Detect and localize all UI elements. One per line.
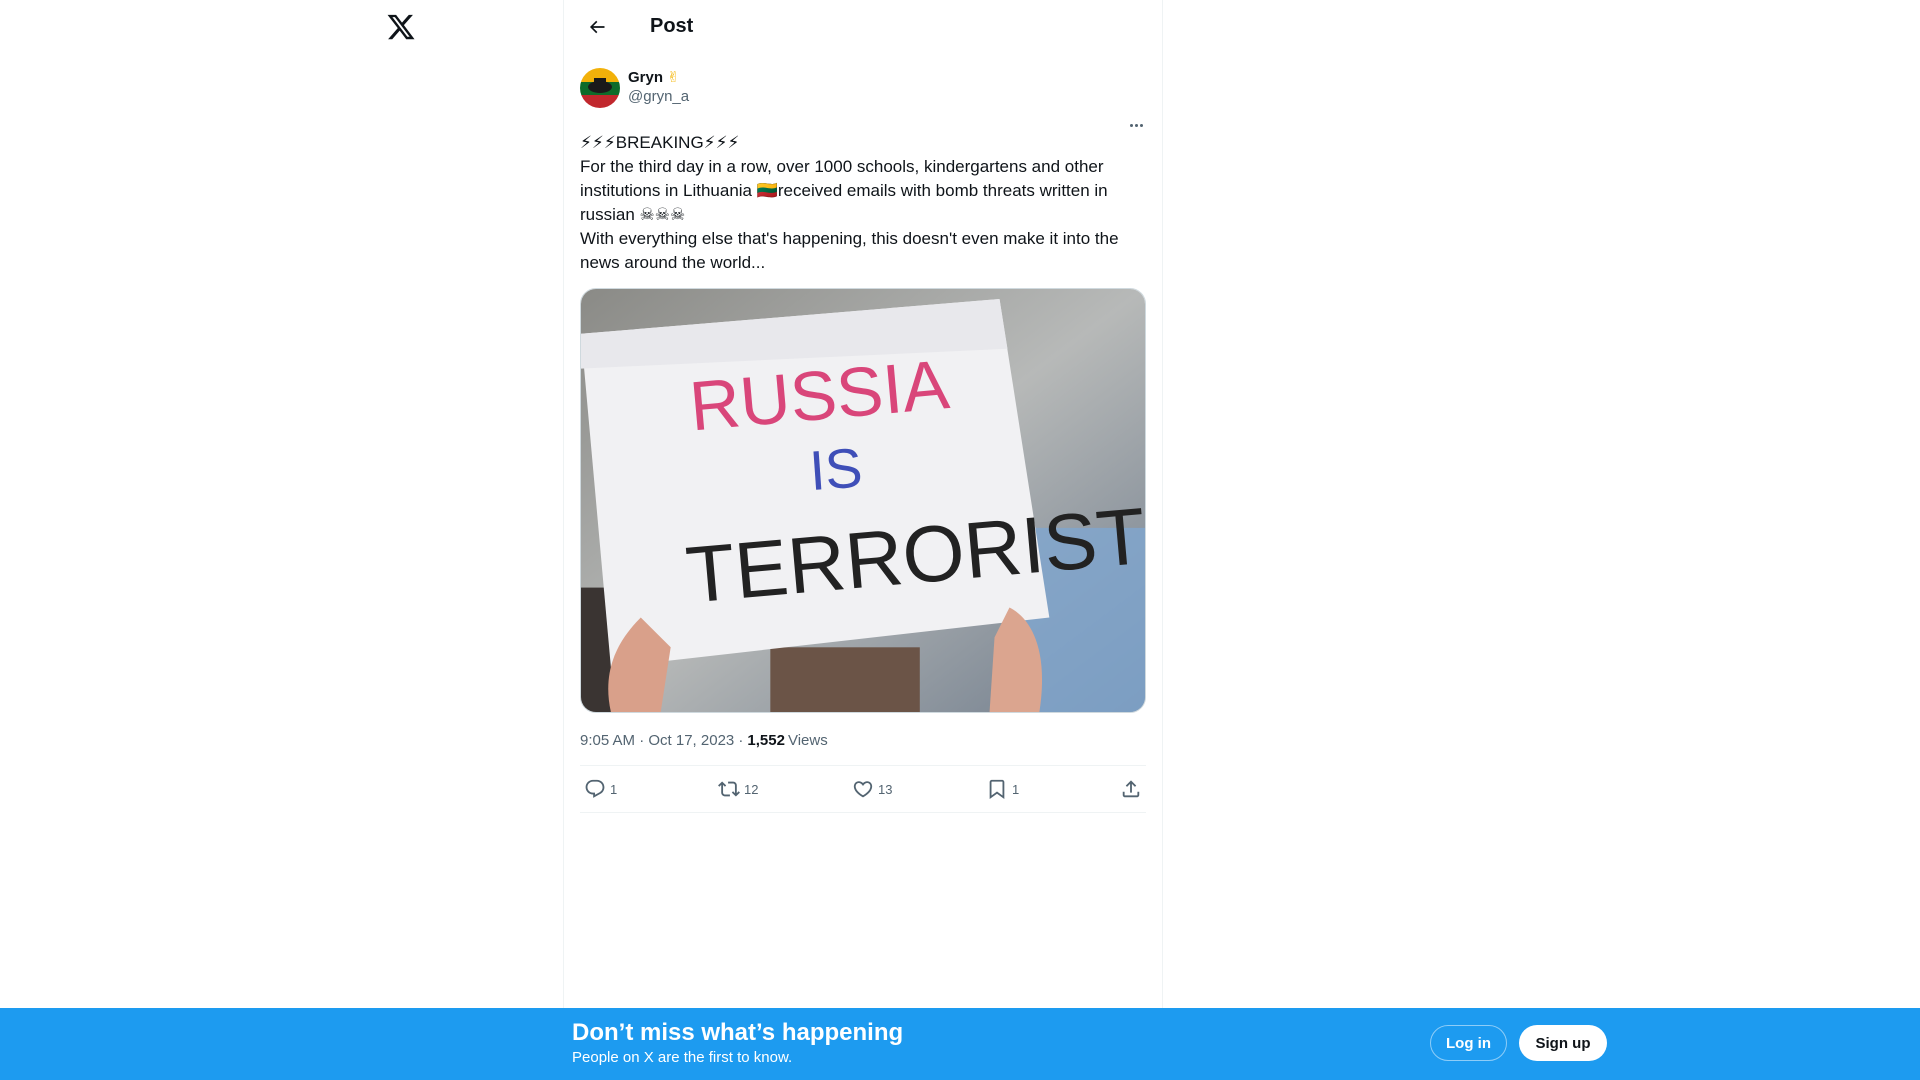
views-label: Views <box>787 731 828 749</box>
share-icon <box>1122 780 1140 798</box>
repost-button[interactable]: 12 <box>718 778 828 800</box>
post-timestamp[interactable]: 9:05 AM · Oct 17, 2023 · <box>580 732 743 749</box>
x-logo-icon[interactable] <box>386 12 416 42</box>
page-title: Post <box>650 15 694 37</box>
post-text-line: With everything else that's happening, t… <box>580 229 1119 248</box>
signup-banner: Don’t miss what’s happening People on X … <box>0 1008 1920 1080</box>
reply-button[interactable]: 1 <box>584 778 694 800</box>
reply-icon <box>585 779 605 798</box>
repost-icon <box>718 781 740 797</box>
signup-button[interactable]: Sign up <box>1519 1025 1607 1061</box>
author-name[interactable]: Gryn <box>628 68 663 88</box>
post-column: Post Gryn ✌ @gryn_a ⚡⚡⚡BREAKING⚡⚡⚡ For t… <box>563 0 1163 1080</box>
views-count: 1,552 <box>747 731 785 749</box>
like-button[interactable]: 13 <box>852 778 962 800</box>
login-button[interactable]: Log in <box>1430 1025 1507 1061</box>
post-image[interactable]: RUSSIA IS TERRORIST <box>580 288 1146 713</box>
post-text-line: news around the world... <box>580 253 766 272</box>
post-text-line: For the third day in a row, over 1000 sc… <box>580 157 1104 176</box>
avatar[interactable] <box>580 68 620 108</box>
post-header: Post <box>564 0 1162 53</box>
post-meta: 9:05 AM · Oct 17, 2023 · 1,552 Views <box>580 730 1146 750</box>
post-text-line: ⚡⚡⚡BREAKING⚡⚡⚡ <box>580 133 740 152</box>
post: Gryn ✌ @gryn_a ⚡⚡⚡BREAKING⚡⚡⚡ For the th… <box>564 53 1162 813</box>
author-handle[interactable]: @gryn_a <box>628 88 689 106</box>
bookmark-icon <box>989 779 1005 800</box>
post-text-line: institutions in Lithuania 🇱🇹received ema… <box>580 181 1108 200</box>
victory-hand-icon: ✌ <box>667 69 680 86</box>
post-text: ⚡⚡⚡BREAKING⚡⚡⚡ For the third day in a ro… <box>580 131 1148 275</box>
banner-title: Don’t miss what’s happening <box>572 1019 904 1046</box>
share-button[interactable] <box>1120 778 1142 800</box>
post-actions: 1 12 13 1 <box>580 765 1146 813</box>
like-count: 13 <box>878 781 893 797</box>
back-arrow-icon[interactable] <box>580 10 614 44</box>
more-options-icon[interactable] <box>1126 115 1146 135</box>
post-text-line: russian ☠☠☠ <box>580 205 686 224</box>
heart-icon <box>853 781 873 798</box>
bookmark-count: 1 <box>1012 781 1020 797</box>
bookmark-button[interactable]: 1 <box>986 778 1096 800</box>
banner-subtitle: People on X are the first to know. <box>572 1049 793 1066</box>
sign-text-is: IS <box>807 437 864 502</box>
repost-count: 12 <box>744 781 759 797</box>
reply-count: 1 <box>610 781 618 797</box>
post-author: Gryn ✌ @gryn_a <box>580 65 1146 113</box>
